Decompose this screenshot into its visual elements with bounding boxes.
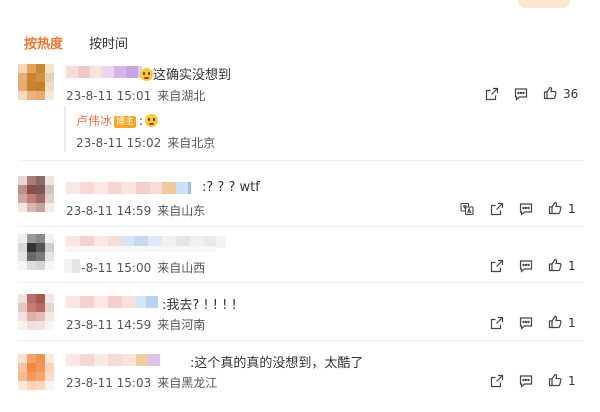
share-icon[interactable] (490, 316, 504, 330)
comment-meta: 23-8-11 14:59 来自山东 (66, 202, 205, 219)
divider (18, 340, 584, 341)
like-count: 1 (568, 259, 576, 273)
share-icon[interactable] (490, 202, 504, 216)
comment-text: :这个真的真的没想到，太酷了 (190, 356, 364, 371)
share-icon[interactable] (490, 374, 504, 388)
like-count: 1 (568, 374, 576, 388)
comment-time: 23-8-11 14:59 (66, 318, 152, 332)
top-pill-button[interactable] (518, 0, 570, 8)
tab-by-hot[interactable]: 按热度 (24, 33, 63, 52)
like-icon[interactable] (548, 315, 562, 329)
comment-location: 来自湖北 (157, 89, 206, 103)
comment-text: 这确实没想到 (140, 64, 231, 83)
comment-meta: 23-8-11 15:00 来自山西 (66, 259, 205, 276)
comment-text-blurred (66, 246, 216, 258)
like-icon[interactable] (548, 258, 562, 272)
author-badge: 博主 (114, 116, 137, 128)
tab-by-time[interactable]: 按时间 (89, 33, 128, 52)
reply-time: 23-8-11 15:02 (76, 136, 162, 150)
sort-tabs: 按热度 按时间 (24, 33, 128, 52)
time-blurred-patch (64, 259, 80, 273)
emoji-icon (145, 114, 159, 127)
comment-text: :? ? ? wtf (202, 180, 260, 195)
avatar[interactable] (18, 64, 54, 100)
avatar[interactable] (18, 294, 54, 330)
comment-location: 来自山东 (157, 204, 206, 218)
comment-meta: 23-8-11 15:03 来自黑龙江 (66, 374, 217, 391)
reply-text: : (139, 114, 144, 128)
comment-icon[interactable] (514, 87, 528, 101)
comment-icon[interactable] (519, 316, 533, 330)
username-blurred[interactable] (66, 296, 158, 308)
username-blurred[interactable] (66, 182, 191, 194)
reply-block: 卢伟冰 博主: 23-8-11 15:02 来自北京 (64, 106, 586, 152)
avatar[interactable] (18, 354, 54, 390)
avatar[interactable] (18, 176, 54, 212)
like-count: 1 (568, 316, 576, 330)
reply-location: 来自北京 (167, 136, 216, 150)
like-count: 36 (563, 87, 579, 101)
comment-location: 来自山西 (157, 261, 206, 275)
comment-location: 来自黑龙江 (157, 376, 218, 390)
reply-author[interactable]: 卢伟冰 (76, 114, 112, 128)
comment-time: 23-8-11 15:03 (66, 376, 152, 390)
translate-icon[interactable] (460, 202, 474, 216)
username-blurred[interactable] (66, 66, 142, 78)
share-icon[interactable] (485, 87, 499, 101)
comment-icon[interactable] (519, 259, 533, 273)
comment-meta: 23-8-11 14:59 来自河南 (66, 316, 205, 333)
like-icon[interactable] (548, 201, 562, 215)
divider (18, 282, 584, 283)
comment-icon[interactable] (519, 202, 533, 216)
comment-time: 23-8-11 14:59 (66, 204, 152, 218)
username-blurred[interactable] (66, 354, 160, 366)
like-icon[interactable] (543, 86, 557, 100)
like-count: 1 (568, 202, 576, 216)
comment-location: 来自河南 (157, 318, 206, 332)
comment-time: 23-8-11 15:01 (66, 89, 152, 103)
comment-meta: 23-8-11 15:01 来自湖北 (66, 87, 205, 104)
divider (18, 160, 584, 161)
divider (18, 226, 584, 227)
reply-meta: 23-8-11 15:02 来自北京 (76, 134, 215, 151)
reply-line: 卢伟冰 博主: (76, 112, 159, 129)
emoji-icon (140, 68, 153, 81)
comment-text: :我去? ! ! ! ! (162, 298, 237, 313)
comment-icon[interactable] (519, 374, 533, 388)
avatar[interactable] (18, 234, 54, 270)
like-icon[interactable] (548, 373, 562, 387)
share-icon[interactable] (490, 259, 504, 273)
